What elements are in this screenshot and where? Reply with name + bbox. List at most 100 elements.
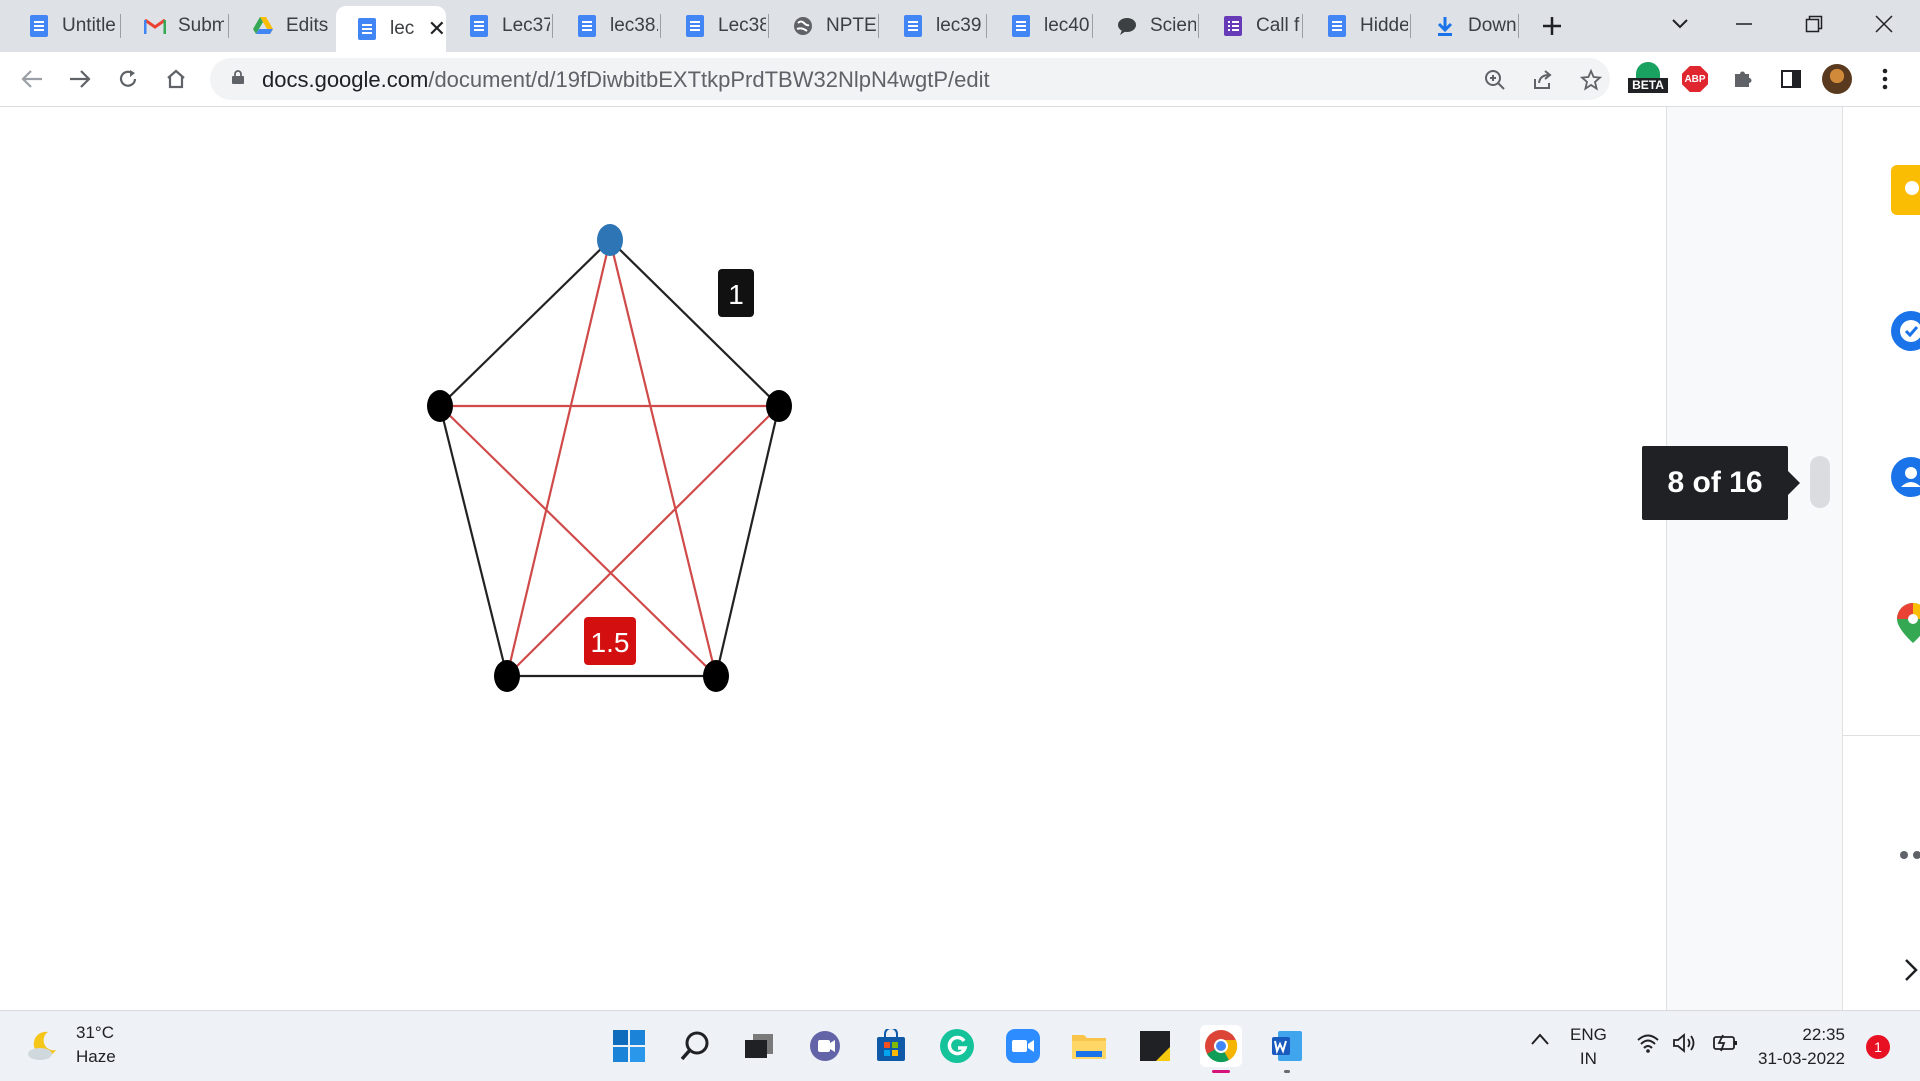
adblock-icon[interactable]: ABP — [1678, 62, 1712, 96]
share-icon[interactable] — [1530, 67, 1556, 93]
tab-lec40[interactable]: lec40 — [990, 0, 1090, 52]
weather-description: Haze — [76, 1047, 116, 1066]
scrollbar-thumb[interactable] — [1810, 456, 1830, 508]
tab-drive[interactable]: Edits — [232, 0, 334, 52]
task-view-icon[interactable] — [738, 1025, 780, 1067]
tab-label: Submi — [178, 15, 224, 36]
show-hidden-icons-button[interactable] — [1530, 1029, 1550, 1053]
edge-label-inner-text: 1.5 — [591, 627, 630, 658]
microsoft-store-icon[interactable] — [870, 1025, 912, 1067]
close-icon — [1875, 15, 1893, 33]
wifi-icon[interactable] — [1636, 1033, 1660, 1060]
google-docs-icon — [1326, 15, 1348, 37]
volume-icon[interactable] — [1672, 1033, 1698, 1060]
word-app-icon[interactable] — [1266, 1025, 1308, 1073]
graph-edge-inner — [439, 405, 717, 677]
tab-lec-active[interactable]: lec ✕ — [336, 6, 446, 52]
graph-edge-inner — [505, 239, 612, 677]
tab-lec38a[interactable]: lec38. — [556, 0, 658, 52]
tab-lec39[interactable]: lec39 — [882, 0, 984, 52]
tasks-icon[interactable] — [1891, 311, 1920, 351]
battery-icon[interactable] — [1710, 1033, 1738, 1060]
tab-label: Scienc — [1150, 15, 1196, 36]
beta-extension-icon[interactable]: BETA — [1628, 62, 1668, 96]
close-window-button[interactable] — [1856, 4, 1912, 44]
more-dots-icon[interactable] — [1899, 847, 1920, 865]
sticky-notes-icon[interactable] — [1134, 1025, 1176, 1067]
google-drive-icon — [252, 15, 274, 37]
minimize-button[interactable] — [1716, 4, 1772, 44]
chevron-down-icon — [1672, 19, 1688, 29]
lock-icon — [232, 70, 244, 84]
tab-strip: Untitled Submi Edits lec ✕ Lec37 lec38. … — [0, 0, 1920, 52]
graph-vertex-top — [597, 224, 623, 256]
clock[interactable]: 22:35 31-03-2022 — [1758, 1023, 1845, 1071]
home-button[interactable] — [156, 59, 196, 99]
reload-icon — [119, 70, 137, 87]
tab-label: NPTEL — [826, 15, 876, 36]
restore-button[interactable] — [1786, 4, 1842, 44]
file-explorer-icon[interactable] — [1068, 1025, 1110, 1067]
tab-search-button[interactable] — [1652, 4, 1708, 44]
bookmark-star-icon[interactable] — [1578, 67, 1604, 93]
graph-edge-outer — [438, 405, 509, 677]
plus-icon — [1543, 17, 1561, 35]
clock-date: 31-03-2022 — [1758, 1049, 1845, 1068]
windows-taskbar: 31°C Haze ENG IN 22:35 31-03-2022 1 — [0, 1010, 1920, 1081]
notification-badge[interactable]: 1 — [1866, 1035, 1890, 1059]
tab-label: lec39 — [936, 15, 982, 36]
zoom-app-icon[interactable] — [1002, 1025, 1044, 1067]
search-icon[interactable] — [674, 1025, 716, 1067]
tab-hidden[interactable]: Hidde — [1306, 0, 1408, 52]
grammarly-icon[interactable] — [936, 1025, 978, 1067]
tab-science[interactable]: Scienc — [1096, 0, 1196, 52]
graph-vertex — [494, 660, 520, 692]
chevron-right-icon[interactable] — [1903, 957, 1919, 988]
edge-label-inner: 1.5 — [584, 617, 636, 665]
back-button[interactable] — [12, 59, 52, 99]
chrome-menu-icon[interactable] — [1868, 62, 1902, 96]
profile-avatar[interactable] — [1820, 62, 1854, 96]
google-docs-icon — [576, 15, 598, 37]
tab-untitled[interactable]: Untitled — [8, 0, 116, 52]
maps-icon[interactable] — [1893, 601, 1920, 645]
abp-label: ABP — [1682, 66, 1708, 92]
tab-lec37[interactable]: Lec37 — [448, 0, 550, 52]
windows-start-icon[interactable] — [608, 1025, 650, 1067]
teams-chat-icon[interactable] — [804, 1025, 846, 1067]
weather-temperature: 31°C — [76, 1023, 114, 1042]
download-icon — [1434, 15, 1456, 37]
side-panel-icon[interactable] — [1774, 62, 1808, 96]
restore-icon — [1805, 15, 1823, 33]
tab-downloads[interactable]: Down — [1414, 0, 1516, 52]
google-docs-icon — [468, 15, 490, 37]
zoom-icon[interactable] — [1482, 67, 1508, 93]
language-indicator[interactable]: ENG IN — [1570, 1023, 1607, 1071]
edge-label-outer-text: 1 — [728, 279, 744, 310]
weather-widget[interactable]: 31°C Haze — [26, 1021, 116, 1069]
graph-vertex — [766, 390, 792, 422]
url-text[interactable]: docs.google.com/document/d/19fDiwbitbEXT… — [262, 67, 990, 93]
edge-label-outer: 1 — [718, 269, 754, 317]
url-host: docs.google.com — [262, 67, 429, 92]
document-canvas[interactable]: 1 1.5 — [0, 107, 1666, 1010]
chrome-app-icon[interactable] — [1200, 1025, 1242, 1073]
graph-edge-inner — [608, 239, 718, 677]
keep-icon[interactable] — [1891, 165, 1920, 215]
tab-call-for[interactable]: Call fc — [1202, 0, 1300, 52]
tab-lec38b[interactable]: Lec38 — [664, 0, 766, 52]
graph-vertex — [427, 390, 453, 422]
extensions-puzzle-icon[interactable] — [1726, 62, 1760, 96]
back-arrow-icon — [21, 70, 42, 88]
tab-nptel[interactable]: NPTEL — [772, 0, 876, 52]
new-tab-button[interactable] — [1532, 6, 1572, 46]
address-bar[interactable]: docs.google.com/document/d/19fDiwbitbEXT… — [210, 58, 1610, 100]
forward-button[interactable] — [60, 59, 100, 99]
close-tab-icon[interactable]: ✕ — [428, 16, 446, 42]
pentagon-graph-figure: 1 1.5 — [427, 224, 792, 692]
tab-gmail[interactable]: Submi — [124, 0, 224, 52]
contacts-icon[interactable] — [1891, 457, 1920, 497]
tab-label: Call fc — [1256, 15, 1300, 36]
reload-button[interactable] — [108, 59, 148, 99]
gmail-icon — [144, 15, 166, 37]
